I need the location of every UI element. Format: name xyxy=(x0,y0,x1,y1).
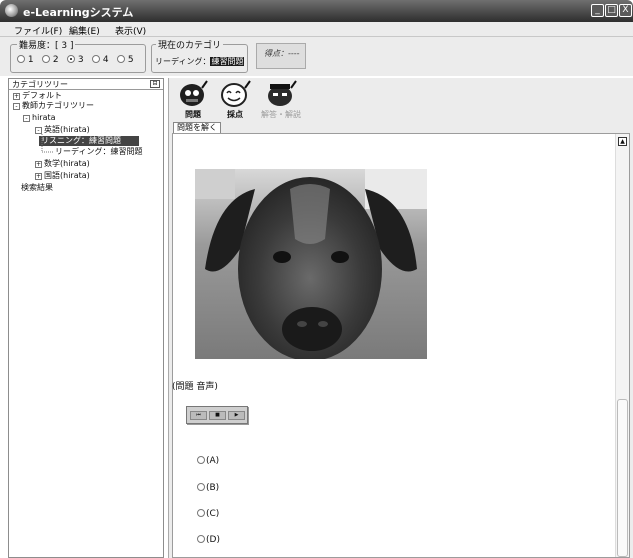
dog-photo xyxy=(195,169,427,359)
choice-a[interactable]: (A) xyxy=(197,456,219,466)
score-text: 得点：---- xyxy=(264,49,300,58)
choice-d[interactable]: (D) xyxy=(197,535,220,545)
category-tree-panel: カテゴリツリー ⊟ + デフォルト - 教師カテゴリツリー - hirata - 英語(… xyxy=(8,78,164,558)
current-category-legend: 現在のカテゴリ xyxy=(156,38,224,51)
rewind-button[interactable]: ⏮ xyxy=(190,411,207,420)
tree-connector-lines xyxy=(41,134,54,153)
dog-photo-image xyxy=(195,169,427,359)
title-bar: e-Learningシステム _ □ X xyxy=(0,0,633,22)
difficulty-radio-2[interactable]: 2 xyxy=(42,55,59,65)
grading-button-label: 採点 xyxy=(227,110,243,119)
grading-button[interactable]: 採点 xyxy=(215,80,255,120)
tab-solve-question[interactable]: 問題を解く xyxy=(173,122,221,133)
choice-b[interactable]: (B) xyxy=(197,483,219,493)
menu-edit[interactable]: 編集(E) xyxy=(69,24,100,37)
radio-checked-icon xyxy=(67,55,75,63)
options-toolbar: 難易度：[ 3 ] 1 2 3 4 5 現在のカテゴリ リーディング：練習問題 … xyxy=(0,37,633,76)
difficulty-group: 難易度：[ 3 ] 1 2 3 4 5 xyxy=(10,38,146,73)
menu-bar: ファイル(F) 編集(E) 表示(V) xyxy=(0,22,633,37)
scroll-thumb[interactable] xyxy=(617,399,628,557)
current-category-value: リーディング：練習問題 xyxy=(155,57,245,66)
score-display: 得点：---- xyxy=(256,43,306,69)
close-button[interactable]: X xyxy=(619,4,632,17)
current-category-group: 現在のカテゴリ リーディング：練習問題 xyxy=(151,38,248,73)
difficulty-radio-4[interactable]: 4 xyxy=(92,55,109,65)
difficulty-radio-1[interactable]: 1 xyxy=(17,55,34,65)
choice-c[interactable]: (C) xyxy=(197,509,219,519)
answer-button-label: 解答・解説 xyxy=(261,110,301,119)
maximize-button[interactable]: □ xyxy=(605,4,618,17)
minimize-button[interactable]: _ xyxy=(591,4,604,17)
question-robot-icon xyxy=(180,80,208,106)
audio-player: ⏮ ■ ▶ xyxy=(186,406,248,424)
question-button-label: 問題 xyxy=(185,110,201,119)
radio-circle-icon xyxy=(92,55,100,63)
grading-robot-icon xyxy=(221,80,251,107)
radio-circle-icon xyxy=(197,509,205,517)
answer-robot-icon xyxy=(268,80,297,106)
play-button[interactable]: ▶ xyxy=(228,411,245,420)
difficulty-radio-3[interactable]: 3 xyxy=(67,55,84,65)
difficulty-label: 難易度：[ 3 ] xyxy=(17,38,76,51)
main-panel: 問題 採点 解答・解説 問題を解く (問題 音声) ⏮ ■ ▶ (A) (B) … xyxy=(168,78,633,558)
question-title: (問題 音声) xyxy=(172,382,218,392)
question-button[interactable]: 問題 xyxy=(173,80,213,120)
radio-circle-icon xyxy=(197,535,205,543)
menu-view[interactable]: 表示(V) xyxy=(115,24,146,37)
menu-file[interactable]: ファイル(F) xyxy=(14,24,62,37)
question-content: (問題 音声) ⏮ ■ ▶ (A) (B) (C) (D) ▲ xyxy=(172,133,630,558)
difficulty-radio-5[interactable]: 5 xyxy=(117,55,134,65)
radio-circle-icon xyxy=(17,55,25,63)
radio-circle-icon xyxy=(42,55,50,63)
radio-circle-icon xyxy=(197,483,205,491)
stop-button[interactable]: ■ xyxy=(209,411,226,420)
vertical-scrollbar[interactable]: ▲ xyxy=(615,134,629,557)
answer-button[interactable]: 解答・解説 xyxy=(255,80,307,120)
window-title: e-Learningシステム xyxy=(23,6,134,19)
radio-circle-icon xyxy=(117,55,125,63)
radio-circle-icon xyxy=(197,456,205,464)
app-icon xyxy=(5,4,18,17)
scroll-up-arrow-icon[interactable]: ▲ xyxy=(618,137,627,146)
